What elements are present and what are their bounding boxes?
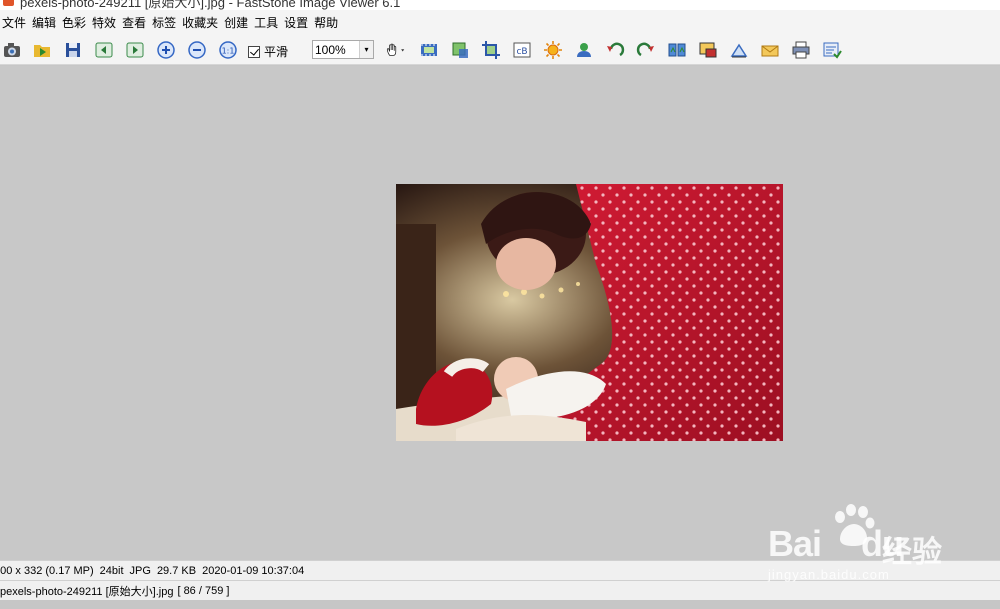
app-icon — [3, 0, 14, 6]
previous-image-icon[interactable] — [93, 39, 115, 61]
zoom-select[interactable]: 100% ▾ — [312, 40, 374, 59]
hand-tool-icon[interactable] — [380, 39, 410, 61]
slideshow-icon[interactable] — [418, 39, 440, 61]
menu-effects[interactable]: 特效 — [91, 14, 121, 31]
menu-create[interactable]: 创建 — [223, 14, 253, 31]
crop-icon[interactable] — [480, 39, 502, 61]
menu-view[interactable]: 查看 — [121, 14, 151, 31]
toolbar: 1:1 平滑 cB — [0, 35, 1000, 65]
rotate-right-icon[interactable] — [635, 39, 657, 61]
brightness-icon[interactable] — [542, 39, 564, 61]
compare-icon[interactable] — [666, 39, 688, 61]
zoom-out-icon[interactable] — [186, 39, 208, 61]
menu-settings[interactable]: 设置 — [283, 14, 313, 31]
print-icon[interactable] — [790, 39, 812, 61]
title-bar: pexels-photo-249211 [原始大小].jpg - FastSto… — [0, 0, 1000, 10]
svg-text:1:1: 1:1 — [222, 47, 235, 56]
zoom-value: 100% — [315, 43, 346, 57]
effects-icon[interactable] — [573, 39, 595, 61]
smooth-checkbox[interactable] — [248, 45, 260, 58]
actual-size-icon[interactable]: 1:1 — [217, 39, 239, 61]
menu-tags[interactable]: 标签 — [151, 14, 181, 31]
image-format: JPG — [129, 564, 151, 577]
menu-edit[interactable]: 编辑 — [31, 14, 61, 31]
properties-icon[interactable] — [821, 39, 843, 61]
image-dimensions: 500 x 332 (0.17 MP) — [0, 564, 94, 577]
resize-icon[interactable] — [449, 39, 471, 61]
menu-bar: 文件 编辑 色彩 特效 查看 标签 收藏夹 创建 工具 设置 帮助 — [0, 10, 1000, 35]
svg-text:cB: cB — [516, 47, 527, 57]
menu-help[interactable]: 帮助 — [313, 14, 343, 31]
displayed-photo — [396, 184, 783, 441]
image-file-size: 29.7 KB — [156, 564, 197, 577]
camera-icon[interactable] — [1, 39, 23, 61]
open-folder-icon[interactable] — [31, 39, 53, 61]
menu-tools[interactable]: 工具 — [253, 14, 283, 31]
menu-colors[interactable]: 色彩 — [61, 14, 91, 31]
status-bar-info: 500 x 332 (0.17 MP) 24bit JPG 29.7 KB 20… — [0, 560, 1000, 580]
zoom-in-icon[interactable] — [155, 39, 177, 61]
wallpaper-icon[interactable] — [697, 39, 719, 61]
save-icon[interactable] — [62, 39, 84, 61]
window-title: pexels-photo-249211 [原始大小].jpg - FastSto… — [20, 0, 401, 10]
image-bit-depth: 24bit — [99, 564, 124, 577]
color-adjust-icon[interactable]: cB — [511, 39, 533, 61]
image-datetime: 2020-01-09 10:37:04 — [202, 564, 305, 577]
menu-file[interactable]: 文件 — [1, 14, 31, 31]
status-bar-file: pexels-photo-249211 [原始大小].jpg [ 86 / 75… — [0, 580, 1000, 600]
image-position: [ 86 / 759 ] — [177, 584, 230, 597]
image-filename: pexels-photo-249211 [原始大小].jpg — [0, 585, 174, 598]
next-image-icon[interactable] — [124, 39, 146, 61]
image-canvas[interactable] — [0, 66, 1000, 560]
chevron-down-icon[interactable]: ▾ — [359, 41, 373, 58]
photo-illustration — [396, 184, 783, 441]
rotate-left-icon[interactable] — [604, 39, 626, 61]
draw-icon[interactable] — [728, 39, 750, 61]
email-icon[interactable] — [759, 39, 781, 61]
menu-favorites[interactable]: 收藏夹 — [181, 14, 223, 31]
smooth-label: 平滑 — [264, 45, 289, 59]
smooth-toggle[interactable]: 平滑 — [248, 43, 288, 60]
